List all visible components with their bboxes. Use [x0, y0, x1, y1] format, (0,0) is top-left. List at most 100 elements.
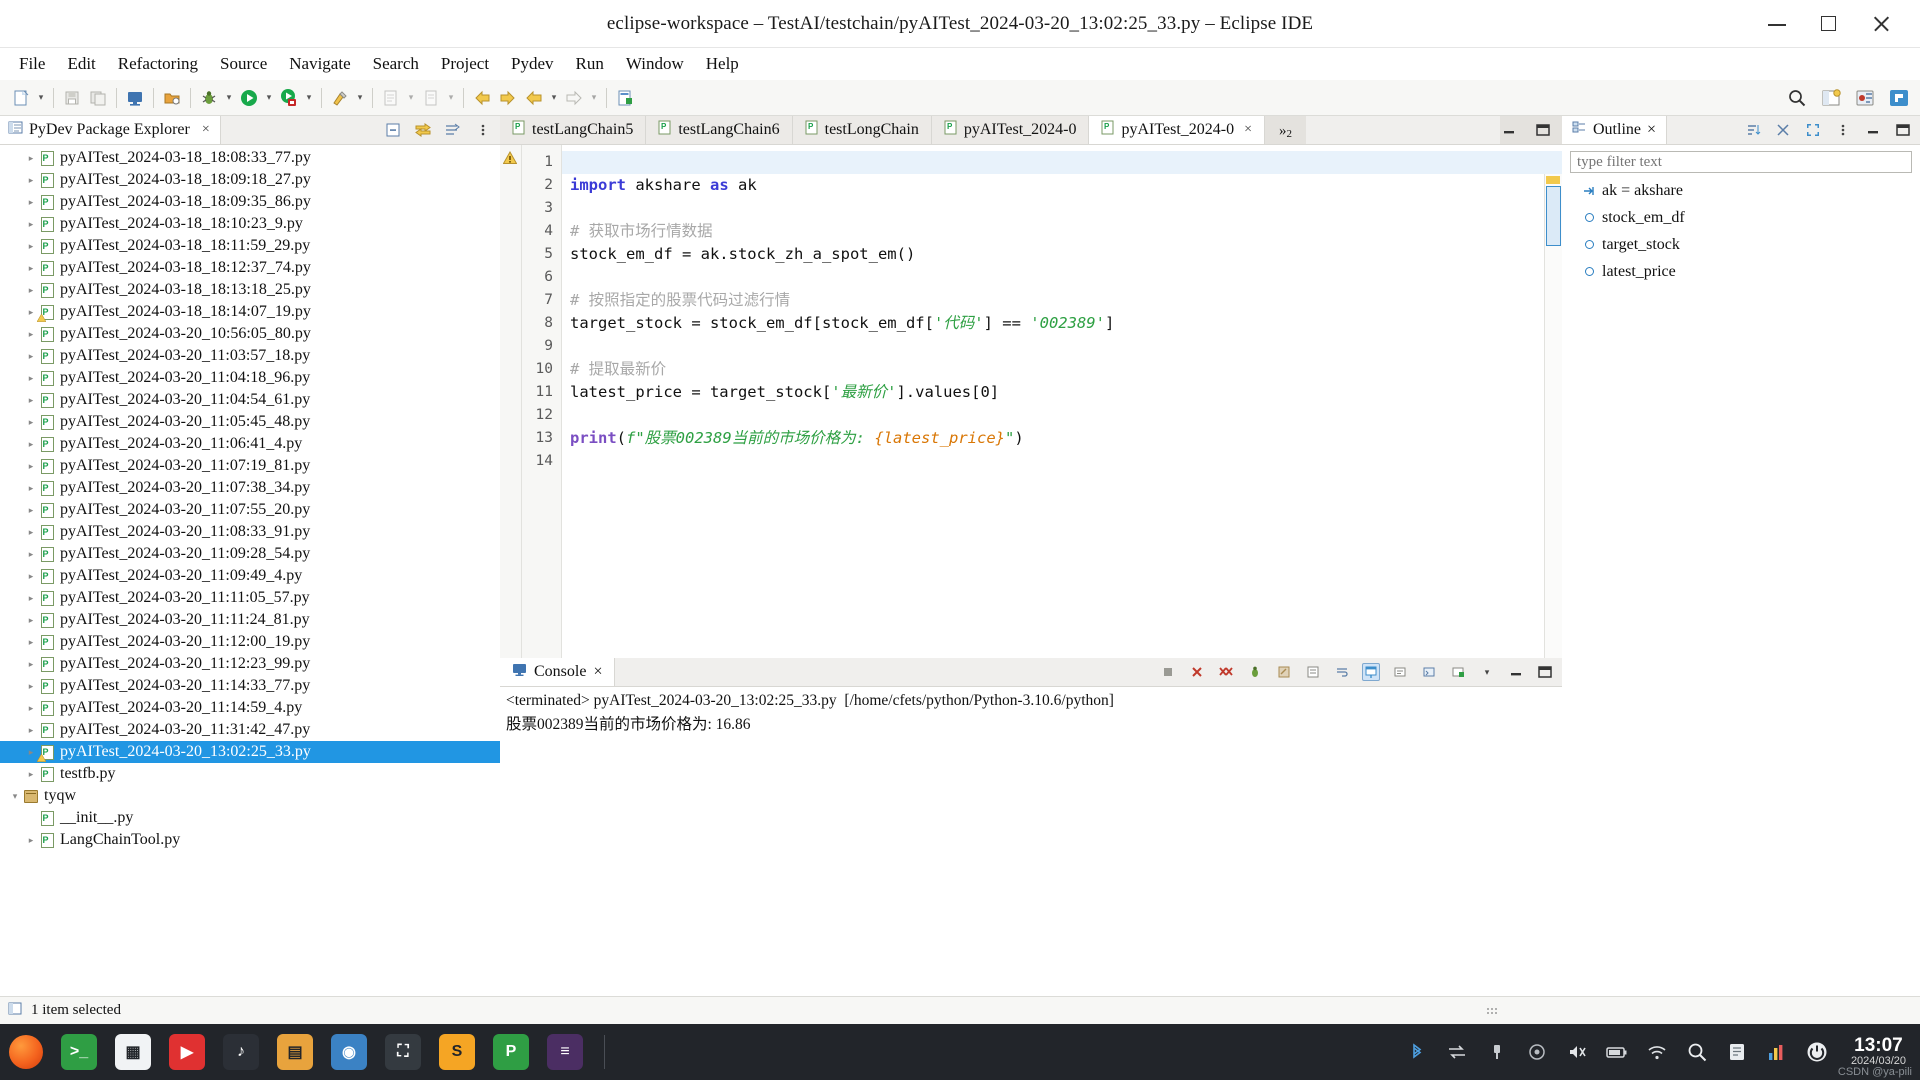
taskbar-clock[interactable]: 13:07 2024/03/20 [1851, 1036, 1906, 1067]
code-line[interactable]: # 获取市场行情数据 [562, 220, 1562, 243]
menu-refactoring[interactable]: Refactoring [107, 52, 209, 76]
tree-item[interactable]: ▸ P pyAITest_2024-03-20_11:12:23_99.py [0, 653, 500, 675]
next-edit-dropdown-icon[interactable]: ▾ [587, 85, 601, 111]
save-all-icon[interactable] [85, 85, 111, 111]
tree-item[interactable]: ▸ P pyAITest_2024-03-20_10:56:05_80.py [0, 323, 500, 345]
code-line[interactable]: target_stock = stock_em_df[stock_em_df['… [562, 312, 1562, 335]
new-console-view-icon[interactable] [1449, 663, 1467, 681]
expand-arrow-icon[interactable]: ▸ [24, 395, 38, 406]
menu-help[interactable]: Help [695, 52, 750, 76]
power-icon[interactable] [1805, 1040, 1829, 1064]
expand-arrow-icon[interactable]: ▸ [24, 153, 38, 164]
new-pydev-project-icon[interactable] [378, 85, 404, 111]
console-icon[interactable] [122, 85, 148, 111]
screenshot-app-icon[interactable]: ⛶ [376, 1024, 430, 1080]
editor-tab-testlangchain6[interactable]: PtestLangChain6 [646, 116, 793, 144]
tree-item[interactable]: ▸ P pyAITest_2024-03-20_11:08:33_91.py [0, 521, 500, 543]
code-line[interactable]: import akshare as ak [562, 174, 1562, 197]
close-icon[interactable]: × [593, 663, 602, 681]
expand-arrow-icon[interactable]: ▸ [24, 505, 38, 516]
view-menu-icon[interactable] [1834, 121, 1852, 139]
tree-item[interactable]: ▸ P pyAITest_2024-03-20_11:07:55_20.py [0, 499, 500, 521]
word-wrap-icon[interactable] [1333, 663, 1351, 681]
expand-arrow-icon[interactable]: ▾ [8, 791, 22, 802]
remove-all-terminated-icon[interactable] [1217, 663, 1235, 681]
network-transfer-icon[interactable] [1445, 1040, 1469, 1064]
tree-item[interactable]: ▸ P testfb.py [0, 763, 500, 785]
editor-overflow-chevron[interactable]: » 2 [1265, 116, 1307, 144]
tree-item[interactable]: ▸ P pyAITest_2024-03-18_18:10:23_9.py [0, 213, 500, 235]
tree-item[interactable]: ▸ P pyAITest_2024-03-20_11:31:42_47.py [0, 719, 500, 741]
code-line[interactable] [562, 335, 1562, 358]
display-selected-console-icon[interactable] [1391, 663, 1409, 681]
open-console-icon[interactable] [1420, 663, 1438, 681]
coverage-icon[interactable] [276, 85, 302, 111]
outline-item[interactable]: ak = akshare [1562, 177, 1920, 204]
expand-arrow-icon[interactable]: ▸ [24, 593, 38, 604]
expand-arrow-icon[interactable]: ▸ [24, 285, 38, 296]
expand-arrow-icon[interactable]: ▸ [24, 615, 38, 626]
clear-console-icon[interactable] [1275, 663, 1293, 681]
minimize-icon[interactable] [1864, 121, 1882, 139]
view-menu-icon[interactable] [474, 121, 492, 139]
next-edit-icon[interactable] [561, 85, 587, 111]
pin-console-icon[interactable] [1362, 663, 1380, 681]
tab-outline[interactable]: Outline × [1562, 116, 1668, 144]
new-pydev-module-dropdown-icon[interactable]: ▾ [444, 85, 458, 111]
code-line[interactable] [562, 450, 1562, 473]
file-tree[interactable]: ▸ P pyAITest_2024-03-18_18:08:33_77.py ▸ … [0, 145, 500, 996]
editor-tab-testlangchain5[interactable]: PtestLangChain5 [500, 116, 647, 144]
outline-item[interactable]: target_stock [1562, 231, 1920, 258]
annotation-ruler[interactable] [500, 145, 522, 658]
debug-icon[interactable] [196, 85, 222, 111]
warning-marker-icon[interactable] [502, 150, 518, 170]
overview-ruler[interactable] [1544, 174, 1562, 687]
tree-item[interactable]: ▸ P pyAITest_2024-03-18_18:13:18_25.py [0, 279, 500, 301]
expand-arrow-icon[interactable]: ▸ [24, 725, 38, 736]
expand-arrow-icon[interactable]: ▸ [24, 835, 38, 846]
expand-arrow-icon[interactable]: ▸ [24, 351, 38, 362]
start-button[interactable] [0, 1024, 52, 1080]
search-icon[interactable] [1784, 85, 1810, 111]
new-pydev-project-dropdown-icon[interactable]: ▾ [404, 85, 418, 111]
terminate-icon[interactable] [1159, 663, 1177, 681]
back-icon[interactable] [469, 85, 495, 111]
debug-console-icon[interactable] [1246, 663, 1264, 681]
accessibility-icon[interactable] [1525, 1040, 1549, 1064]
console-output[interactable]: <terminated> pyAITest_2024-03-20_13:02:2… [500, 687, 1562, 735]
debug-dropdown-icon[interactable]: ▾ [222, 85, 236, 111]
collapse-all-icon[interactable] [384, 121, 402, 139]
terminal-app-icon[interactable]: >_ [52, 1024, 106, 1080]
editor-tab-pyaitest-2024-0[interactable]: PpyAITest_2024-0 × [1089, 116, 1266, 144]
expand-arrow-icon[interactable]: ▸ [24, 637, 38, 648]
tree-item[interactable]: ▸ P pyAITest_2024-03-18_18:08:33_77.py [0, 147, 500, 169]
menu-run[interactable]: Run [565, 52, 615, 76]
tree-item[interactable]: ▸ P pyAITest_2024-03-18_18:09:35_86.py [0, 191, 500, 213]
code-line[interactable] [562, 404, 1562, 427]
expand-arrow-icon[interactable]: ▸ [24, 219, 38, 230]
previous-edit-dropdown-icon[interactable]: ▾ [547, 85, 561, 111]
outline-item[interactable]: stock_em_df [1562, 204, 1920, 231]
coverage-dropdown-icon[interactable]: ▾ [302, 85, 316, 111]
code-line[interactable]: # 提取最新价 [562, 358, 1562, 381]
expand-arrow-icon[interactable]: ▸ [24, 659, 38, 670]
maximize-button[interactable] [1818, 13, 1840, 35]
minimize-icon[interactable] [1507, 663, 1525, 681]
expand-arrow-icon[interactable]: ▸ [24, 549, 38, 560]
expand-arrow-icon[interactable]: ▸ [24, 175, 38, 186]
menu-window[interactable]: Window [615, 52, 695, 76]
code-line[interactable]: latest_price = target_stock['最新价'].value… [562, 381, 1562, 404]
menu-pydev[interactable]: Pydev [500, 52, 565, 76]
tree-item[interactable]: ▸ P pyAITest_2024-03-20_11:03:57_18.py [0, 345, 500, 367]
expand-arrow-icon[interactable]: ▸ [24, 527, 38, 538]
tree-item[interactable]: ▾ tyqw [0, 785, 500, 807]
tree-item[interactable]: ▸ P pyAITest_2024-03-20_11:07:38_34.py [0, 477, 500, 499]
files-app-icon[interactable]: ▦ [106, 1024, 160, 1080]
tree-item[interactable]: ▸ P pyAITest_2024-03-20_11:07:19_81.py [0, 455, 500, 477]
search-icon[interactable] [1685, 1040, 1709, 1064]
code-line[interactable] [562, 197, 1562, 220]
focus-on-active-task-icon[interactable] [444, 121, 462, 139]
tree-item[interactable]: ▸ P pyAITest_2024-03-20_11:11:05_57.py [0, 587, 500, 609]
tab-console[interactable]: Console × [500, 658, 616, 686]
outline-item[interactable]: latest_price [1562, 258, 1920, 285]
